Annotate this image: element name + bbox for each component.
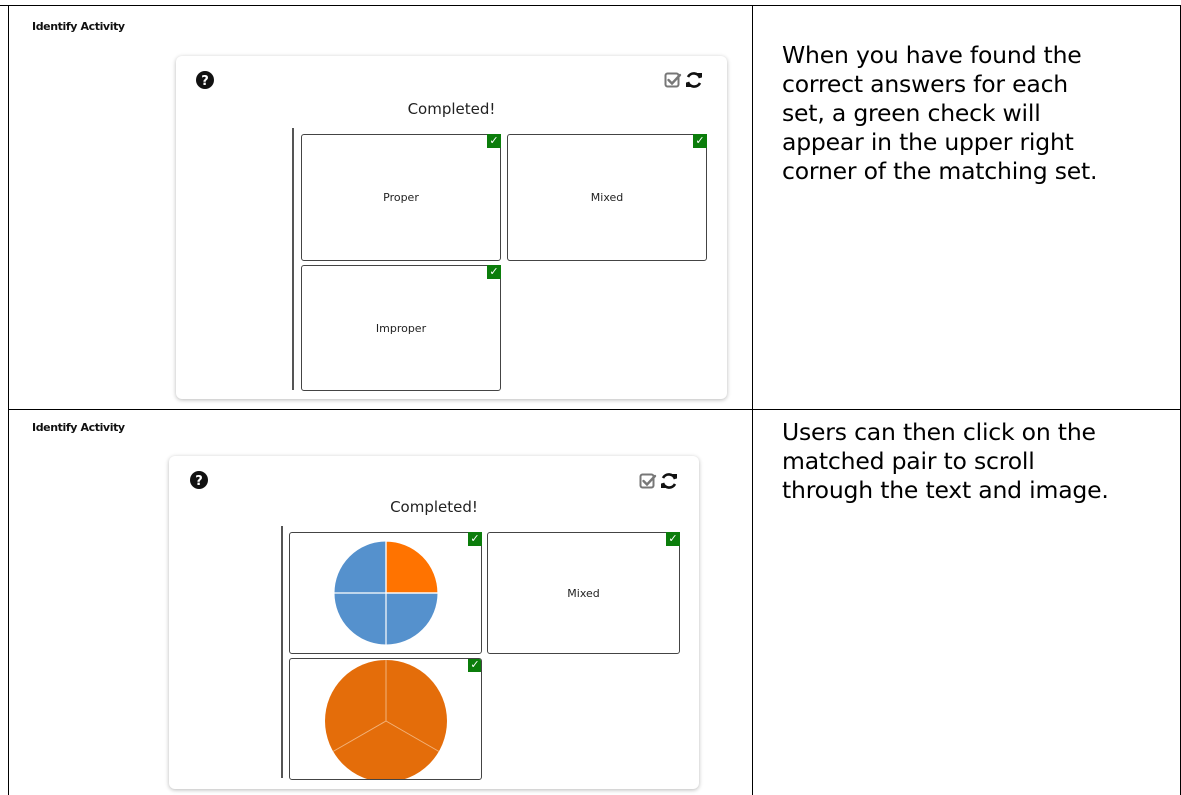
tile-mixed[interactable]: Mixed ✓ <box>507 134 707 261</box>
row1-activity-card: ? Completed! Proper ✓ Mixed ✓ Improper ✓ <box>176 56 727 399</box>
tile-improper[interactable]: Improper ✓ <box>301 265 501 391</box>
green-check-icon: ✓ <box>487 134 501 148</box>
svg-text:?: ? <box>201 74 209 89</box>
tile-label: Mixed <box>567 586 600 600</box>
green-check-icon: ✓ <box>468 532 482 546</box>
tile-mixed[interactable]: Mixed ✓ <box>487 532 680 654</box>
tile-pie-three-thirds[interactable]: ✓ <box>289 658 482 780</box>
refresh-icon[interactable] <box>659 471 679 491</box>
svg-text:?: ? <box>195 474 203 489</box>
green-check-icon: ✓ <box>487 265 501 279</box>
tile-label: Improper <box>375 321 427 335</box>
row2-heading: Identify Activity <box>32 421 125 434</box>
row2-description: Users can then click on the matched pair… <box>782 418 1109 504</box>
question-circle-icon[interactable]: ? <box>195 70 215 90</box>
green-check-icon: ✓ <box>693 134 707 148</box>
table-left-border <box>8 5 9 795</box>
pie-three-thirds-image <box>324 660 447 779</box>
tile-label: Mixed <box>590 191 624 204</box>
row2-activity-card: ? Completed! ✓ Mixed ✓ ✓ <box>169 456 699 789</box>
green-check-icon: ✓ <box>666 532 680 546</box>
row1-description: When you have found the correct answers … <box>782 41 1098 185</box>
tile-proper[interactable]: Proper ✓ <box>301 134 501 261</box>
pie-one-quarter-image <box>333 540 439 646</box>
row2-column-divider <box>281 526 283 778</box>
question-circle-icon[interactable]: ? <box>189 470 209 490</box>
completed-status: Completed! <box>390 498 478 516</box>
row1-toolbar <box>664 70 704 90</box>
refresh-icon[interactable] <box>684 70 704 90</box>
completed-status: Completed! <box>407 100 496 118</box>
table-top-border <box>0 5 1181 6</box>
check-square-icon[interactable] <box>664 71 682 89</box>
check-square-icon[interactable] <box>639 472 657 490</box>
row2-toolbar <box>639 471 679 491</box>
table-row-divider <box>8 409 1181 410</box>
row1-column-divider <box>292 128 294 390</box>
tile-label: Proper <box>383 191 419 204</box>
table-col-divider <box>752 5 753 795</box>
green-check-icon: ✓ <box>468 659 481 672</box>
row1-heading: Identify Activity <box>32 20 125 33</box>
tile-pie-one-quarter[interactable]: ✓ <box>289 532 482 654</box>
